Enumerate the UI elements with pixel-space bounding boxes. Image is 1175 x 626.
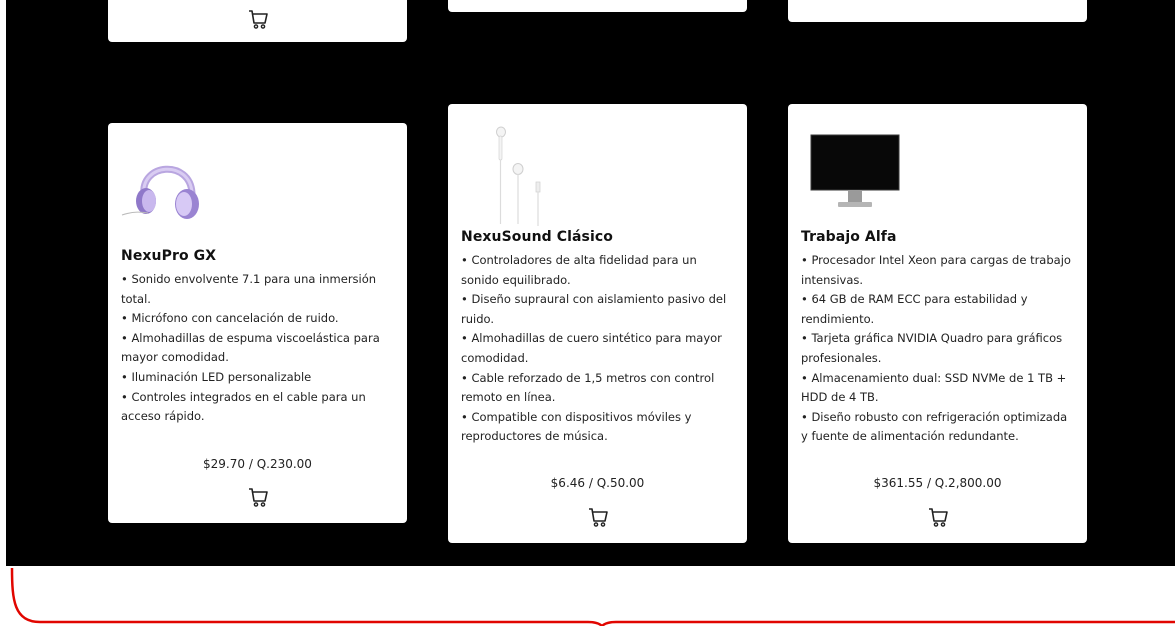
add-to-cart-button[interactable] <box>927 506 949 528</box>
page: NexuPro GX • Sonido envolvente 7.1 para … <box>0 0 1175 626</box>
product-price: $361.55 / Q.2,800.00 <box>873 476 1002 490</box>
feature-item: • Cable reforzado de 1,5 metros con cont… <box>461 370 715 405</box>
product-features: • Sonido envolvente 7.1 para una inmersi… <box>121 270 394 427</box>
purple-headphones-image <box>121 165 199 219</box>
feature-item: • Controles integrados en el cable para … <box>121 389 366 424</box>
product-title: NexuSound Clásico <box>461 229 614 245</box>
feature-item: • Diseño robusto con refrigeración optim… <box>801 409 1068 444</box>
feature-item: • Sonido envolvente 7.1 para una inmersi… <box>121 272 377 306</box>
red-bracket-annotation <box>10 567 1175 626</box>
product-card-partial-1 <box>108 0 407 42</box>
product-card-partial-3 <box>788 0 1087 22</box>
product-features: • Procesador Intel Xeon para cargas de t… <box>801 251 1074 447</box>
product-price: $29.70 / Q.230.00 <box>203 457 312 471</box>
desktop-monitor-image <box>810 134 900 207</box>
product-title: NexuPro GX <box>121 248 217 264</box>
add-to-cart-button[interactable] <box>247 486 269 508</box>
feature-item: • Diseño supraural con aislamiento pasiv… <box>461 292 727 326</box>
shopping-cart-icon <box>928 508 948 527</box>
product-title: Trabajo Alfa <box>801 229 897 245</box>
feature-item: • Compatible con dispositivos móviles y … <box>461 409 692 444</box>
product-price: $6.46 / Q.50.00 <box>550 476 645 490</box>
feature-item: • Almohadillas de cuero sintético para m… <box>461 331 722 365</box>
white-earphones-image <box>496 126 541 226</box>
feature-item: • Controladores de alta fidelidad para u… <box>461 253 697 287</box>
feature-item: • Almacenamiento dual: SSD NVMe de 1 TB … <box>801 370 1067 405</box>
product-features: • Controladores de alta fidelidad para u… <box>461 251 734 447</box>
add-to-cart-button[interactable] <box>247 8 269 30</box>
add-to-cart-button[interactable] <box>587 506 609 528</box>
shopping-cart-icon <box>248 488 268 507</box>
product-card-partial-2 <box>448 0 747 12</box>
feature-item: • Almohadillas de espuma viscoelástica p… <box>121 330 380 365</box>
product-card: NexuPro GX • Sonido envolvente 7.1 para … <box>108 123 407 523</box>
feature-item: • 64 GB de RAM ECC para estabilidad y re… <box>801 292 1028 326</box>
product-card: NexuSound Clásico • Controladores de alt… <box>448 104 747 543</box>
feature-item: • Micrófono con cancelación de ruido. <box>121 311 339 326</box>
feature-item: • Iluminación LED personalizable <box>121 369 312 384</box>
shopping-cart-icon <box>588 508 608 527</box>
product-card: Trabajo Alfa • Procesador Intel Xeon par… <box>788 104 1087 543</box>
shopping-cart-icon <box>248 10 268 29</box>
feature-item: • Procesador Intel Xeon para cargas de t… <box>801 253 1071 287</box>
feature-item: • Tarjeta gráfica NVIDIA Quadro para grá… <box>801 331 1063 365</box>
